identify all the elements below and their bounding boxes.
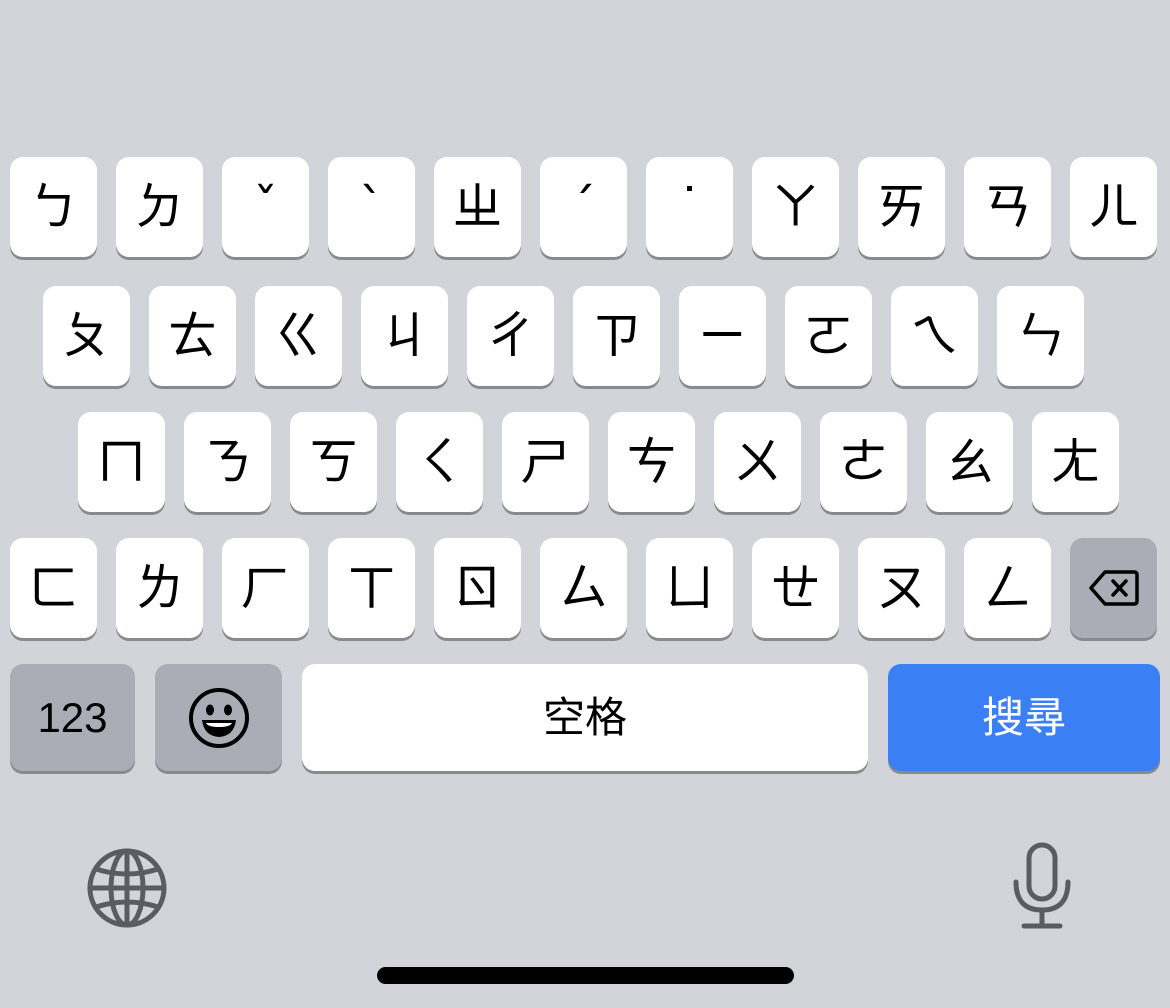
numbers-key[interactable]: 123 <box>10 664 135 771</box>
key-tone-4[interactable]: ˋ <box>328 157 415 257</box>
key-tone-3[interactable]: ˇ <box>222 157 309 257</box>
key-ke[interactable]: ㄎ <box>290 412 377 512</box>
key-ji[interactable]: ㄐ <box>361 286 448 386</box>
key-ang[interactable]: ㄤ <box>1032 412 1119 512</box>
key-row-bottom: 123 空格 搜尋 <box>0 664 1170 774</box>
key-row-3: ㄇ ㄋ ㄎ ㄑ ㄕ ㄘ ㄨ ㄜ ㄠ ㄤ <box>0 412 1170 516</box>
key-eng[interactable]: ㄥ <box>964 538 1051 638</box>
key-row-1: ㄅ ㄉ ˇ ˋ ㄓ ˊ ˙ ㄚ ㄞ ㄢ ㄦ <box>0 157 1170 261</box>
key-ao[interactable]: ㄠ <box>926 412 1013 512</box>
key-tone-2[interactable]: ˊ <box>540 157 627 257</box>
key-yi[interactable]: ㄧ <box>679 286 766 386</box>
emoji-key[interactable] <box>155 664 282 771</box>
key-chi[interactable]: ㄔ <box>467 286 554 386</box>
key-ne[interactable]: ㄋ <box>184 412 271 512</box>
home-indicator[interactable] <box>377 967 794 984</box>
key-mo[interactable]: ㄇ <box>78 412 165 512</box>
key-le[interactable]: ㄌ <box>116 538 203 638</box>
delete-key[interactable] <box>1070 538 1157 638</box>
key-xi[interactable]: ㄒ <box>328 538 415 638</box>
key-yu[interactable]: ㄩ <box>646 538 733 638</box>
key-eh[interactable]: ㄝ <box>752 538 839 638</box>
key-ou[interactable]: ㄡ <box>858 538 945 638</box>
key-si[interactable]: ㄙ <box>540 538 627 638</box>
key-ai[interactable]: ㄞ <box>858 157 945 257</box>
key-bo[interactable]: ㄅ <box>10 157 97 257</box>
key-zi[interactable]: ㄗ <box>573 286 660 386</box>
key-er[interactable]: ㄦ <box>1070 157 1157 257</box>
key-o[interactable]: ㄛ <box>785 286 872 386</box>
key-zhi[interactable]: ㄓ <box>434 157 521 257</box>
keyboard: { "keyboard": { "row1": ["ㄅ","ㄉ","ˇ","ˋ"… <box>0 0 1170 1008</box>
key-ri[interactable]: ㄖ <box>434 538 521 638</box>
key-fo[interactable]: ㄈ <box>10 538 97 638</box>
key-row-2: ㄆ ㄊ ㄍ ㄐ ㄔ ㄗ ㄧ ㄛ ㄟ ㄣ <box>0 286 1170 390</box>
key-tone-neutral[interactable]: ˙ <box>646 157 733 257</box>
key-ge[interactable]: ㄍ <box>255 286 342 386</box>
key-en[interactable]: ㄣ <box>997 286 1084 386</box>
key-ei[interactable]: ㄟ <box>891 286 978 386</box>
emoji-smiley-icon <box>187 686 251 750</box>
key-an[interactable]: ㄢ <box>964 157 1051 257</box>
key-qi[interactable]: ㄑ <box>396 412 483 512</box>
key-a[interactable]: ㄚ <box>752 157 839 257</box>
key-po[interactable]: ㄆ <box>43 286 130 386</box>
key-wu[interactable]: ㄨ <box>714 412 801 512</box>
key-he[interactable]: ㄏ <box>222 538 309 638</box>
globe-icon[interactable] <box>86 847 168 929</box>
key-te[interactable]: ㄊ <box>149 286 236 386</box>
key-row-4: ㄈ ㄌ ㄏ ㄒ ㄖ ㄙ ㄩ ㄝ ㄡ ㄥ <box>0 538 1170 642</box>
microphone-icon[interactable] <box>1010 842 1074 930</box>
key-de[interactable]: ㄉ <box>116 157 203 257</box>
key-shi[interactable]: ㄕ <box>502 412 589 512</box>
key-ci[interactable]: ㄘ <box>608 412 695 512</box>
delete-backward-icon <box>1088 568 1140 608</box>
space-key[interactable]: 空格 <box>302 664 868 771</box>
search-key[interactable]: 搜尋 <box>888 664 1160 771</box>
key-e[interactable]: ㄜ <box>820 412 907 512</box>
